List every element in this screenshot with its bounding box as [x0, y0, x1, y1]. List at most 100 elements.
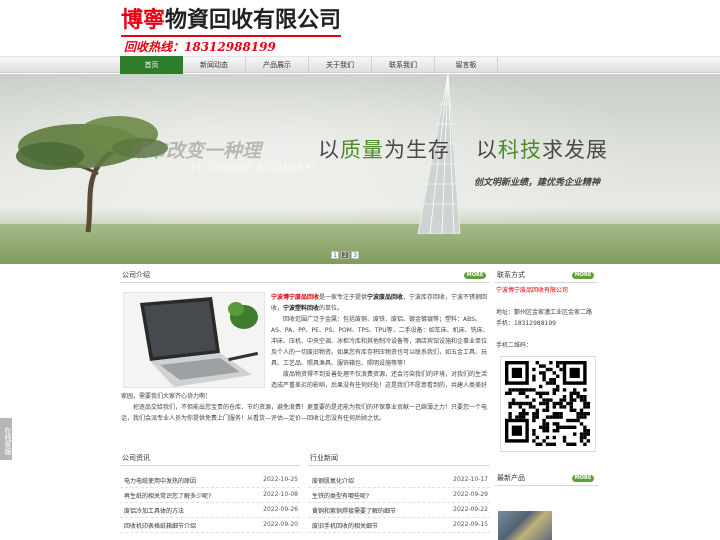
contact-more-button[interactable]: MORE	[572, 272, 594, 279]
news-title[interactable]: 再生纸的相关常识您了解多少呢?	[124, 491, 211, 500]
qr-module	[539, 384, 543, 389]
qr-module	[535, 415, 539, 419]
qr-module	[569, 398, 573, 402]
qr-module	[525, 388, 529, 392]
qr-module	[532, 374, 536, 378]
qr-module	[545, 408, 550, 412]
news-date: 2022-09-26	[263, 506, 298, 513]
qr-module	[573, 442, 577, 446]
news-title[interactable]: 电力电缆使用中发热的原因	[124, 476, 196, 485]
news-title[interactable]: 回收机印表格纸箱细节介绍	[124, 521, 196, 530]
intro-para-4: 祀逐品交给我们，不但能出您宝贵的仓库、节约资源，避免浪费！更重要的是还能为我们的…	[121, 404, 488, 422]
qr-module	[562, 439, 567, 443]
latest-products-header: 最新产品 MORE	[495, 472, 598, 486]
qr-module	[586, 401, 590, 406]
news-row[interactable]: 废铝冷加工具体的方法 2022-09-26	[120, 503, 300, 518]
qr-module	[552, 378, 556, 382]
qr-module	[539, 371, 543, 375]
news-row[interactable]: 电力电缆使用中发热的原因 2022-10-25	[120, 473, 300, 488]
qr-module	[556, 384, 560, 389]
qr-module	[583, 398, 587, 402]
qr-module	[515, 388, 519, 392]
qr-module	[556, 401, 560, 406]
qr-module	[518, 388, 522, 392]
news-row[interactable]: 黄铜和紫铜焊接需要了解的细节 2022-09-22	[308, 503, 490, 518]
nav-item[interactable]: 关于我们	[309, 57, 372, 73]
logo-underline	[121, 35, 341, 37]
qr-module	[562, 395, 567, 399]
slogan-part: 为生存	[384, 138, 450, 162]
qr-module	[583, 401, 587, 406]
qr-module	[542, 374, 546, 378]
qr-module	[569, 401, 573, 406]
qr-module	[583, 395, 587, 399]
qr-code-graphic	[505, 361, 590, 446]
qr-module	[542, 408, 546, 412]
banner-page-dot[interactable]: 3	[351, 251, 359, 259]
qr-module	[522, 401, 526, 406]
qr-module	[518, 405, 522, 409]
nav-item[interactable]: 新闻动态	[183, 57, 246, 73]
nav-item[interactable]: 产品展示	[246, 57, 309, 73]
qr-module	[552, 422, 556, 426]
intro-company-name: 宁波博宁废品回收	[271, 294, 320, 301]
news-row[interactable]: 生铁的类型有哪些呢? 2022-09-29	[308, 488, 490, 503]
news-row[interactable]: 再生纸的相关常识您了解多少呢? 2022-10-08	[120, 488, 300, 503]
news-row[interactable]: 回收机印表格纸箱细节介绍 2022-09-20	[120, 518, 300, 533]
company-news-title: 公司资讯	[122, 454, 150, 462]
tree-illustration	[16, 116, 168, 233]
news-title[interactable]: 废钢肌氧化介绍	[312, 476, 354, 485]
qr-module	[583, 412, 587, 416]
qr-module	[556, 361, 560, 365]
news-title[interactable]: 废旧手机回收的相关细节	[312, 521, 378, 530]
qr-module	[522, 391, 526, 395]
nav-item[interactable]: 留言板	[435, 57, 498, 73]
qr-module	[556, 412, 560, 416]
qr-module	[556, 364, 560, 368]
qr-module	[542, 422, 546, 426]
qr-module	[532, 432, 536, 436]
news-title[interactable]: 生铁的类型有哪些呢?	[312, 491, 369, 500]
nav-item[interactable]: 联系我们	[372, 57, 435, 73]
banner-page-dot[interactable]: 2	[341, 251, 349, 259]
news-title[interactable]: 废铝冷加工具体的方法	[124, 506, 184, 515]
site-logo[interactable]: 博寧物資回收有限公司	[121, 8, 341, 34]
qr-module	[559, 405, 563, 409]
industry-news-title: 行业新闻	[310, 454, 338, 462]
qr-module	[573, 425, 577, 429]
banner-pagination: 123	[331, 251, 359, 259]
news-row[interactable]: 废钢肌氧化介绍 2022-10-17	[308, 473, 490, 488]
qr-module	[532, 412, 536, 416]
banner-page-dot[interactable]: 1	[331, 251, 339, 259]
qr-module	[583, 405, 587, 409]
qr-module	[586, 439, 590, 443]
qr-module	[586, 432, 590, 436]
nav-item[interactable]: 首页	[120, 56, 183, 74]
qr-module	[559, 398, 563, 402]
qr-module	[579, 398, 584, 402]
laptop-illustration	[124, 293, 264, 387]
qr-module	[539, 364, 543, 368]
qr-module	[549, 378, 553, 382]
qr-module	[535, 391, 539, 395]
product-thumbnail[interactable]	[498, 511, 552, 540]
online-service-tab[interactable]: 在线客服	[0, 418, 12, 460]
laptop-image	[123, 292, 265, 388]
qr-module	[511, 388, 516, 392]
news-row[interactable]: 废旧手机回收的相关细节 2022-09-15	[308, 518, 490, 533]
hotline: 回收热线：18312988199	[124, 40, 276, 54]
qr-module	[552, 405, 556, 409]
qr-module	[549, 398, 553, 402]
qr-module	[511, 401, 516, 406]
intro-header: 公司介绍 MORE	[120, 269, 490, 283]
qr-module	[552, 391, 556, 395]
qr-module	[522, 415, 526, 419]
latest-products-more-button[interactable]: MORE	[572, 475, 594, 482]
logo-company-type: 物資回收有限公司	[165, 8, 342, 33]
qr-module	[542, 398, 546, 402]
intro-more-button[interactable]: MORE	[464, 272, 486, 279]
qr-module	[549, 367, 553, 372]
news-title[interactable]: 黄铜和紫铜焊接需要了解的细节	[312, 506, 396, 515]
qr-module	[583, 435, 587, 440]
main-nav: 首页 新闻动态 产品展示 关于我们 联系我们 留言板	[0, 56, 720, 74]
